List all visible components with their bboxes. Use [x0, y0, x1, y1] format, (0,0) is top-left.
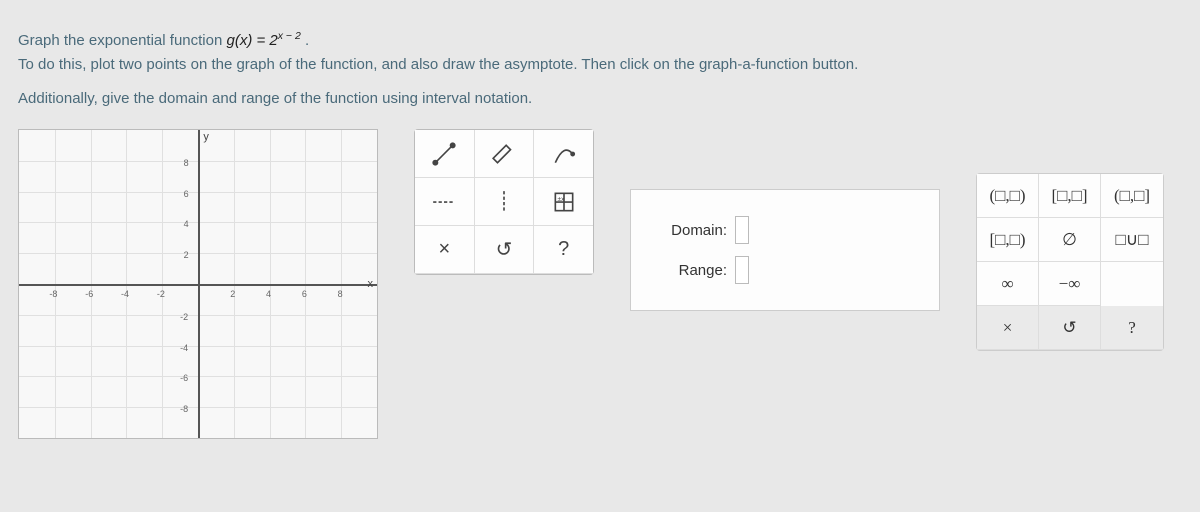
x-tick: 6 — [302, 289, 307, 299]
function-expr: g(x) = 2x − 2 — [226, 32, 305, 49]
instruction-line-2: To do this, plot two points on the graph… — [18, 53, 1182, 77]
domain-range-panel: Domain: Range: — [630, 189, 940, 311]
x-tick: 2 — [230, 289, 235, 299]
y-tick: -2 — [180, 312, 188, 322]
palette-help-button[interactable]: ? — [1101, 306, 1163, 350]
open-closed-interval-button[interactable]: (□,□] — [1101, 174, 1163, 218]
instruction-line-3: Additionally, give the domain and range … — [18, 87, 1182, 111]
fn-eq: = 2 — [252, 32, 277, 49]
graph-toolbox: ±x × ↺ ? — [414, 129, 594, 275]
x-tick: -2 — [157, 289, 165, 299]
v-asymptote-tool-button[interactable] — [475, 178, 535, 226]
infinity-button[interactable]: ∞ — [977, 262, 1039, 306]
clear-button[interactable]: × — [415, 226, 475, 274]
y-tick: 2 — [184, 250, 189, 260]
x-tick: -4 — [121, 289, 129, 299]
empty-set-button[interactable]: ∅ — [1039, 218, 1101, 262]
open-open-interval-button[interactable]: (□,□) — [977, 174, 1039, 218]
neg-infinity-button[interactable]: −∞ — [1039, 262, 1101, 306]
x-tick: 4 — [266, 289, 271, 299]
workarea: y x 8 6 4 2 -2 -4 -6 -8 -8 -6 -4 -2 2 4 … — [18, 129, 1182, 439]
instr-post: . — [305, 32, 309, 49]
pencil-tool-button[interactable] — [475, 130, 535, 178]
y-axis-label: y — [203, 131, 209, 143]
instr-pre: Graph the exponential function — [18, 32, 226, 49]
help-button[interactable]: ? — [534, 226, 593, 274]
svg-text:±x: ±x — [557, 195, 565, 202]
closed-closed-interval-button[interactable]: [□,□] — [1039, 174, 1101, 218]
x-tick: -6 — [85, 289, 93, 299]
closed-open-interval-button[interactable]: [□,□) — [977, 218, 1039, 262]
interval-palette: (□,□) [□,□] (□,□] [□,□) ∅ □∪□ ∞ −∞ × ↺ ? — [976, 173, 1164, 351]
y-tick: -4 — [180, 343, 188, 353]
x-tick: 8 — [338, 289, 343, 299]
x-axis-label: x — [368, 278, 374, 290]
graph-function-button[interactable]: ±x — [534, 178, 593, 226]
domain-input[interactable] — [735, 216, 749, 244]
x-axis — [19, 284, 377, 286]
y-tick: -8 — [180, 404, 188, 414]
instructions: Graph the exponential function g(x) = 2x… — [18, 28, 1182, 111]
x-tick: -8 — [49, 289, 57, 299]
palette-reset-button[interactable]: ↺ — [1039, 306, 1101, 350]
h-asymptote-tool-button[interactable] — [415, 178, 475, 226]
y-tick: -6 — [180, 373, 188, 383]
curve-tool-button[interactable] — [534, 130, 593, 178]
reset-button[interactable]: ↺ — [475, 226, 535, 274]
instruction-line-1: Graph the exponential function g(x) = 2x… — [18, 28, 1182, 53]
y-tick: 8 — [184, 158, 189, 168]
fn-var: (x) — [235, 32, 253, 49]
union-button[interactable]: □∪□ — [1101, 218, 1163, 262]
graph-canvas[interactable]: y x 8 6 4 2 -2 -4 -6 -8 -8 -6 -4 -2 2 4 … — [18, 129, 378, 439]
range-input[interactable] — [735, 256, 749, 284]
range-label: Range: — [651, 262, 727, 279]
fn-name: g — [226, 32, 234, 49]
line-tool-button[interactable] — [415, 130, 475, 178]
palette-clear-button[interactable]: × — [977, 306, 1039, 350]
y-tick: 4 — [184, 219, 189, 229]
fn-exp: x − 2 — [278, 30, 301, 42]
domain-label: Domain: — [651, 222, 727, 239]
y-tick: 6 — [184, 189, 189, 199]
